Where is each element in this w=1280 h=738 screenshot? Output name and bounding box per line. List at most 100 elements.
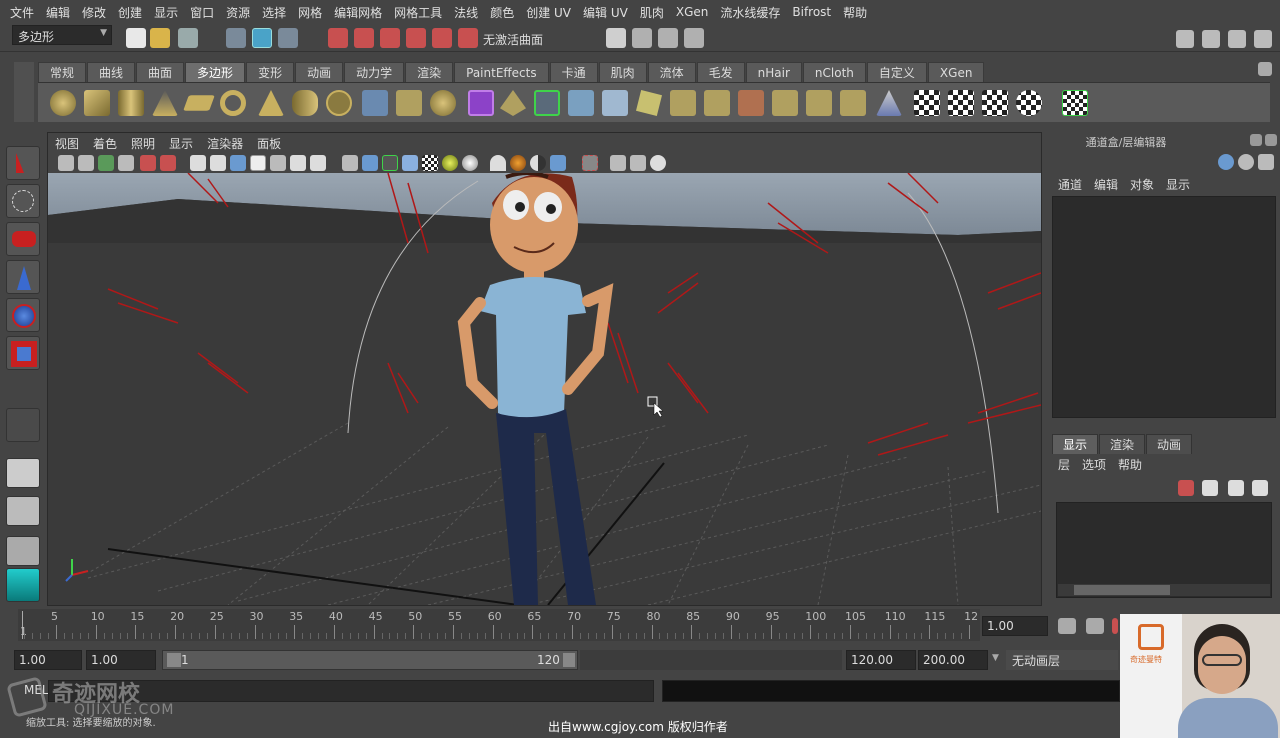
poly-platonic-icon[interactable] — [326, 90, 352, 116]
outliner-layout-icon[interactable] — [6, 536, 40, 566]
shelf-tab-painteffects[interactable]: PaintEffects — [454, 62, 549, 82]
grid-icon[interactable] — [190, 155, 206, 171]
float-panel-icon[interactable] — [1250, 134, 1262, 146]
open-scene-icon[interactable] — [150, 28, 170, 48]
poly-sphere-icon[interactable] — [50, 90, 76, 116]
move-layer-down-icon[interactable] — [1202, 480, 1218, 496]
poly-cylinder-icon[interactable] — [118, 90, 144, 116]
menu-windows[interactable]: 窗口 — [184, 4, 220, 21]
uv-editor-icon[interactable] — [1062, 90, 1088, 116]
shelf-tab-deformation[interactable]: 变形 — [246, 62, 295, 82]
append-polygon-icon[interactable] — [602, 90, 628, 116]
viewport-menu-renderer[interactable]: 渲染器 — [200, 135, 250, 152]
boolean-icon[interactable] — [468, 90, 494, 116]
select-tool-button[interactable] — [6, 146, 40, 180]
smooth-shade-icon[interactable] — [362, 155, 378, 171]
smooth-icon[interactable] — [430, 90, 456, 116]
menu-edit[interactable]: 编辑 — [40, 4, 76, 21]
uv-planar-icon[interactable] — [948, 90, 974, 116]
safe-action-icon[interactable] — [290, 155, 306, 171]
menu-mesh[interactable]: 网格 — [292, 4, 328, 21]
menu-color[interactable]: 颜色 — [484, 4, 520, 21]
hyper-graph-icon[interactable] — [1258, 154, 1274, 170]
shelf-tab-ncloth[interactable]: nCloth — [802, 62, 866, 82]
poly-cone-icon[interactable] — [152, 90, 178, 116]
rotate-tool-button[interactable] — [6, 298, 40, 332]
shelf-handle[interactable] — [14, 62, 34, 122]
four-view-layout-icon[interactable] — [6, 496, 40, 526]
textured-icon[interactable] — [422, 155, 438, 171]
viewport-menu-panels[interactable]: 面板 — [250, 135, 288, 152]
shelf-tab-dynamics[interactable]: 动力学 — [344, 62, 405, 82]
menu-file[interactable]: 文件 — [4, 4, 40, 21]
playback-end-field[interactable]: 120.00 — [846, 650, 916, 670]
menu-select[interactable]: 选择 — [256, 4, 292, 21]
range-slider[interactable]: 1 120 — [162, 650, 578, 670]
perspective-viewport[interactable] — [48, 173, 1041, 605]
single-perspective-layout-icon[interactable] — [6, 458, 40, 488]
scale-tool-button[interactable] — [6, 336, 40, 370]
new-empty-layer-icon[interactable] — [1228, 480, 1244, 496]
bookmarks-icon[interactable] — [98, 155, 114, 171]
viewport-menu-lighting[interactable]: 照明 — [124, 135, 162, 152]
fill-hole-icon[interactable] — [636, 90, 662, 116]
menu-create[interactable]: 创建 — [112, 4, 148, 21]
layer-tab-anim[interactable]: 动画 — [1146, 434, 1193, 454]
start-time-field[interactable]: 1.00 — [14, 650, 82, 670]
snap-live-icon[interactable] — [432, 28, 452, 48]
field-chart-icon[interactable] — [270, 155, 286, 171]
trash-icon[interactable] — [1258, 62, 1272, 76]
layer-scrollbar-thumb[interactable] — [1074, 585, 1170, 595]
last-tool-button[interactable] — [6, 408, 40, 442]
shelf-tab-rendering[interactable]: 渲染 — [405, 62, 454, 82]
time-slider[interactable]: 1 5 10 15 20 25 30 35 40 45 50 55 60 65 70 75 80 85 90 95 1… — [18, 609, 980, 641]
shelf-tab-surfaces[interactable]: 曲面 — [136, 62, 185, 82]
xray-joints-icon[interactable] — [610, 155, 626, 171]
combine-icon[interactable] — [362, 90, 388, 116]
wireframe-icon[interactable] — [342, 155, 358, 171]
wireframe-on-shaded-icon[interactable] — [382, 155, 398, 171]
uv-checker-icon[interactable] — [914, 90, 940, 116]
range-slider-handle-right[interactable] — [563, 653, 575, 667]
shelf-tab-nhair[interactable]: nHair — [745, 62, 802, 82]
motion-blur-icon[interactable] — [510, 155, 526, 171]
speed-icon[interactable] — [1238, 154, 1254, 170]
snap-curve-icon[interactable] — [354, 28, 374, 48]
snap-point-icon[interactable] — [380, 28, 400, 48]
range-slider-handle-left[interactable] — [167, 653, 181, 667]
uv-spherical-icon[interactable] — [1016, 90, 1042, 116]
menu-normals[interactable]: 法线 — [448, 4, 484, 21]
go-to-start-icon[interactable] — [1058, 618, 1076, 634]
menu-display[interactable]: 显示 — [148, 4, 184, 21]
end-time-field[interactable]: 200.00 — [918, 650, 988, 670]
channel-box-list[interactable] — [1052, 196, 1276, 418]
render-view-icon[interactable] — [606, 28, 626, 48]
step-back-icon[interactable] — [1086, 618, 1104, 634]
xray-icon[interactable] — [402, 155, 418, 171]
layer-menu-layers[interactable]: 层 — [1052, 456, 1076, 474]
shelf-tab-custom[interactable]: 自定义 — [866, 62, 927, 82]
depth-of-field-icon[interactable] — [550, 155, 566, 171]
camera-select-icon[interactable] — [58, 155, 74, 171]
xray-active-components-icon[interactable] — [630, 155, 646, 171]
anti-aliasing-icon[interactable] — [530, 155, 546, 171]
menu-edit-mesh[interactable]: 编辑网格 — [328, 4, 388, 21]
layer-menu-help[interactable]: 帮助 — [1112, 456, 1148, 474]
menu-modify[interactable]: 修改 — [76, 4, 112, 21]
image-plane-icon[interactable] — [118, 155, 134, 171]
multi-cut-icon[interactable] — [704, 90, 730, 116]
menu-create-uv[interactable]: 创建 UV — [520, 4, 577, 21]
shelf-tab-animation[interactable]: 动画 — [295, 62, 344, 82]
menu-help[interactable]: 帮助 — [837, 4, 873, 21]
menu-pipeline-cache[interactable]: 流水线缓存 — [714, 4, 786, 21]
ambient-occlusion-icon[interactable] — [490, 155, 506, 171]
channel-menu-show[interactable]: 显示 — [1160, 176, 1196, 194]
render-current-icon[interactable] — [632, 28, 652, 48]
menu-xgen[interactable]: XGen — [670, 5, 715, 19]
shelf-tab-polygons[interactable]: 多边形 — [185, 62, 246, 82]
channel-menu-edit[interactable]: 编辑 — [1088, 176, 1124, 194]
viewport-menu-shading[interactable]: 着色 — [86, 135, 124, 152]
new-layer-selected-icon[interactable] — [1252, 480, 1268, 496]
step-back-key-icon[interactable] — [1112, 618, 1118, 634]
film-gate-icon[interactable] — [210, 155, 226, 171]
